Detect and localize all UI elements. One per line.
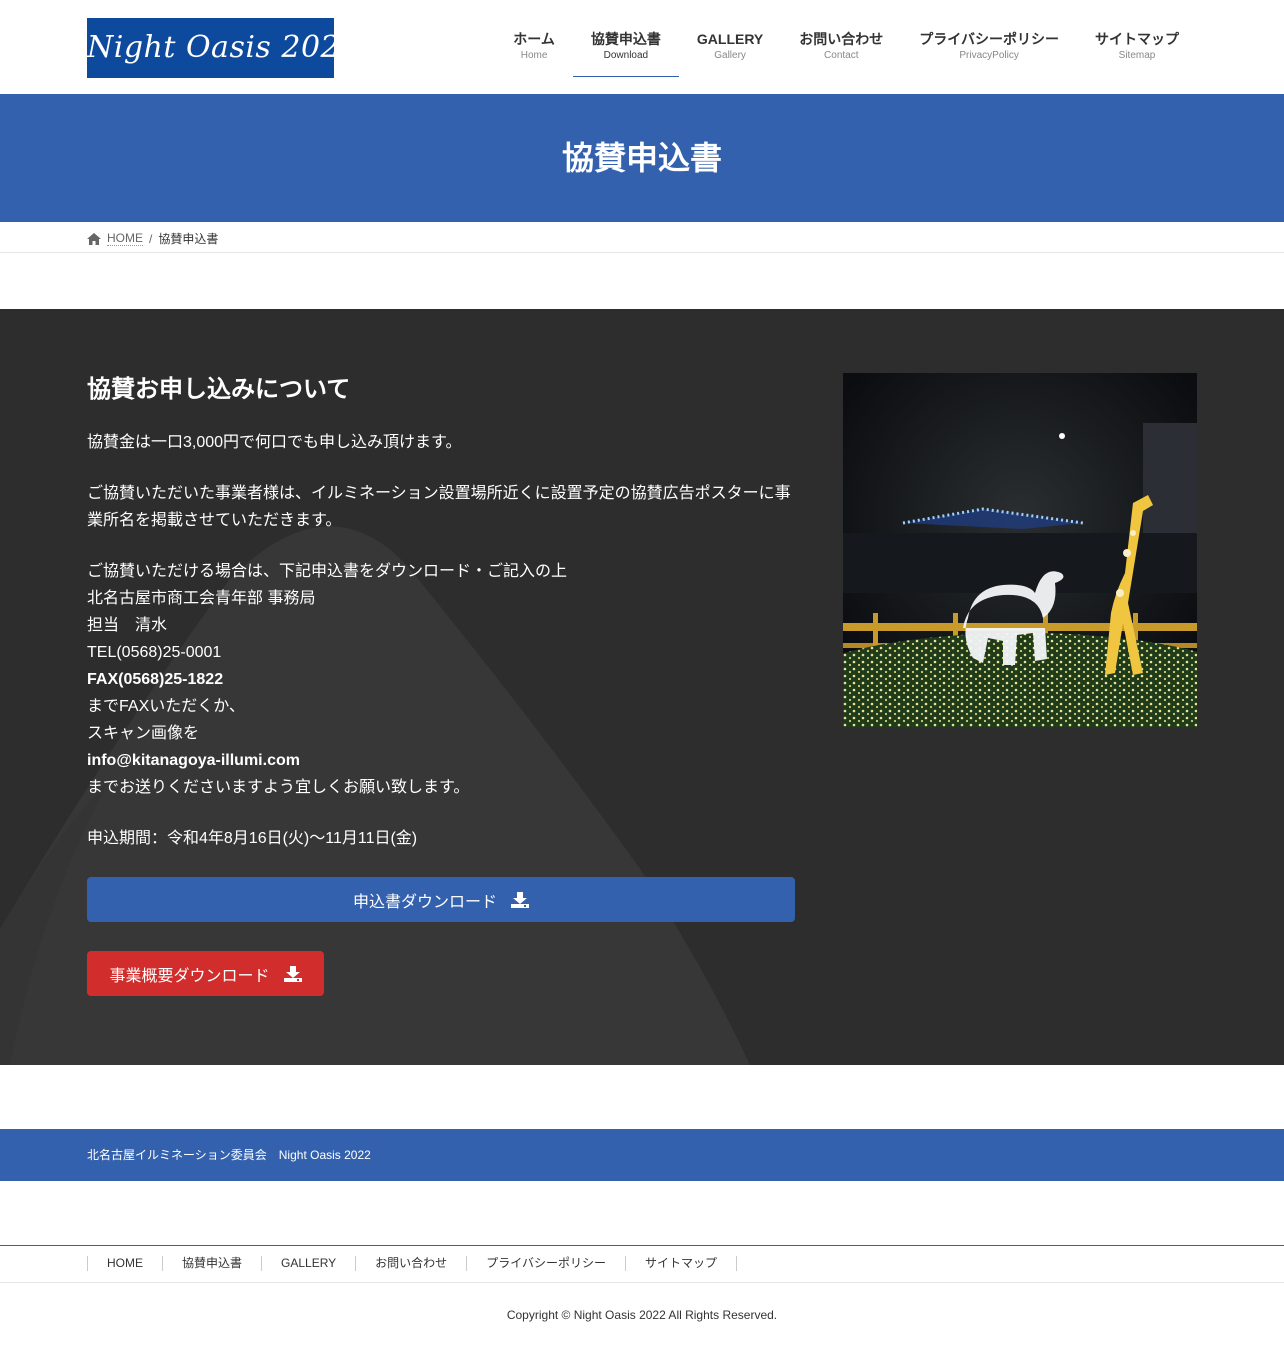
nav-sublabel: PrivacyPolicy (959, 50, 1019, 61)
application-download-button[interactable]: 申込書ダウンロード (87, 877, 795, 922)
breadcrumb-current: 協賛申込書 (158, 232, 219, 246)
contact-details: ご協賛いただける場合は、下記申込書をダウンロード・ご記入の上 北名古屋市商工会青… (87, 558, 795, 801)
nav-sublabel: Download (603, 50, 649, 61)
application-period: 申込期間：令和4年8月16日(火)～11月11日(金) (87, 830, 418, 847)
footer-nav: HOME 協賛申込書 GALLERY お問い合わせ プライバシーポリシー サイト… (0, 1245, 1284, 1283)
contact-line: スキャン画像を (87, 725, 200, 742)
copyright: Copyright © Night Oasis 2022 All Rights … (506, 1308, 778, 1322)
footer-organization: 北名古屋イルミネーション委員会 Night Oasis 2022 (87, 1148, 371, 1162)
main-content-section: 協賛お申し込みについて 協賛金は一口3,000円で何口でも申し込み頂けます。 ご… (0, 309, 1284, 1065)
contact-line: までお送りくださいますよう宜しくお願い致します。 (87, 779, 470, 796)
contact-line: までFAXいただくか、 (87, 698, 245, 715)
footer-band: 北名古屋イルミネーション委員会 Night Oasis 2022 (0, 1129, 1284, 1181)
contact-fax: FAX(0568)25-1822 (87, 671, 224, 688)
nav-sublabel: Sitemap (1118, 50, 1156, 61)
contact-line: ご協賛いただける場合は、下記申込書をダウンロード・ご記入の上 (87, 563, 568, 580)
site-header: Night Oasis 2022 ホーム Home 協賛申込書 Download… (0, 0, 1284, 94)
nav-item-download[interactable]: 協賛申込書 Download (572, 28, 679, 77)
page-header-banner: 協賛申込書 (0, 94, 1284, 222)
button-label: 申込書ダウンロード (352, 893, 497, 911)
overview-download-button[interactable]: 事業概要ダウンロード (87, 951, 324, 996)
site-logo[interactable]: Night Oasis 2022 (87, 18, 334, 78)
nav-label: サイトマップ (1095, 31, 1179, 47)
nav-label: お問い合わせ (799, 31, 884, 47)
footer-link-contact[interactable]: お問い合わせ (356, 1256, 468, 1271)
download-icon (511, 891, 529, 908)
nav-item-privacy[interactable]: プライバシーポリシー PrivacyPolicy (901, 28, 1077, 77)
nav-label: プライバシーポリシー (919, 31, 1059, 47)
nav-item-contact[interactable]: お問い合わせ Contact (781, 28, 901, 77)
page-title: 協賛申込書 (561, 140, 722, 176)
section-heading: 協賛お申し込みについて (87, 376, 351, 403)
footer-link-download[interactable]: 協賛申込書 (163, 1256, 263, 1271)
nav-item-sitemap[interactable]: サイトマップ Sitemap (1077, 28, 1197, 77)
nav-sublabel: Contact (824, 50, 859, 61)
application-info: 協賛お申し込みについて 協賛金は一口3,000円で何口でも申し込み頂けます。 ご… (87, 373, 795, 876)
paragraph-sponsor-benefit: ご協賛いただいた事業者様は、イルミネーション設置場所近くに設置予定の協賛広告ポス… (87, 485, 791, 529)
breadcrumb-separator: / (149, 231, 153, 246)
contact-line: 北名古屋市商工会青年部 事務局 (87, 590, 316, 607)
breadcrumb-home-link[interactable]: HOME (107, 231, 143, 246)
footer-link-gallery[interactable]: GALLERY (262, 1256, 357, 1271)
contact-tel: TEL(0568)25-0001 (87, 644, 222, 661)
breadcrumb: HOME / 協賛申込書 (0, 222, 1284, 253)
paragraph-fee: 協賛金は一口3,000円で何口でも申し込み頂けます。 (87, 434, 462, 451)
button-label: 事業概要ダウンロード (109, 967, 270, 985)
contact-email: info@kitanagoya-illumi.com (87, 752, 300, 769)
nav-item-gallery[interactable]: GALLERY Gallery (679, 28, 781, 77)
nav-label: 協賛申込書 (590, 31, 661, 47)
nav-item-home[interactable]: ホーム Home (495, 28, 573, 77)
download-icon (283, 965, 302, 982)
contact-line: 担当 清水 (87, 617, 168, 634)
nav-sublabel: Gallery (714, 50, 746, 61)
footer-link-sitemap[interactable]: サイトマップ (626, 1256, 737, 1271)
footer-link-privacy[interactable]: プライバシーポリシー (467, 1256, 626, 1271)
nav-sublabel: Home (520, 50, 548, 61)
illumination-photo (843, 373, 1197, 727)
nav-label: GALLERY (696, 31, 764, 47)
nav-label: ホーム (513, 31, 555, 47)
footer-link-home[interactable]: HOME (88, 1256, 163, 1271)
home-icon (87, 232, 101, 245)
global-nav: ホーム Home 協賛申込書 Download GALLERY Gallery … (495, 28, 1197, 77)
